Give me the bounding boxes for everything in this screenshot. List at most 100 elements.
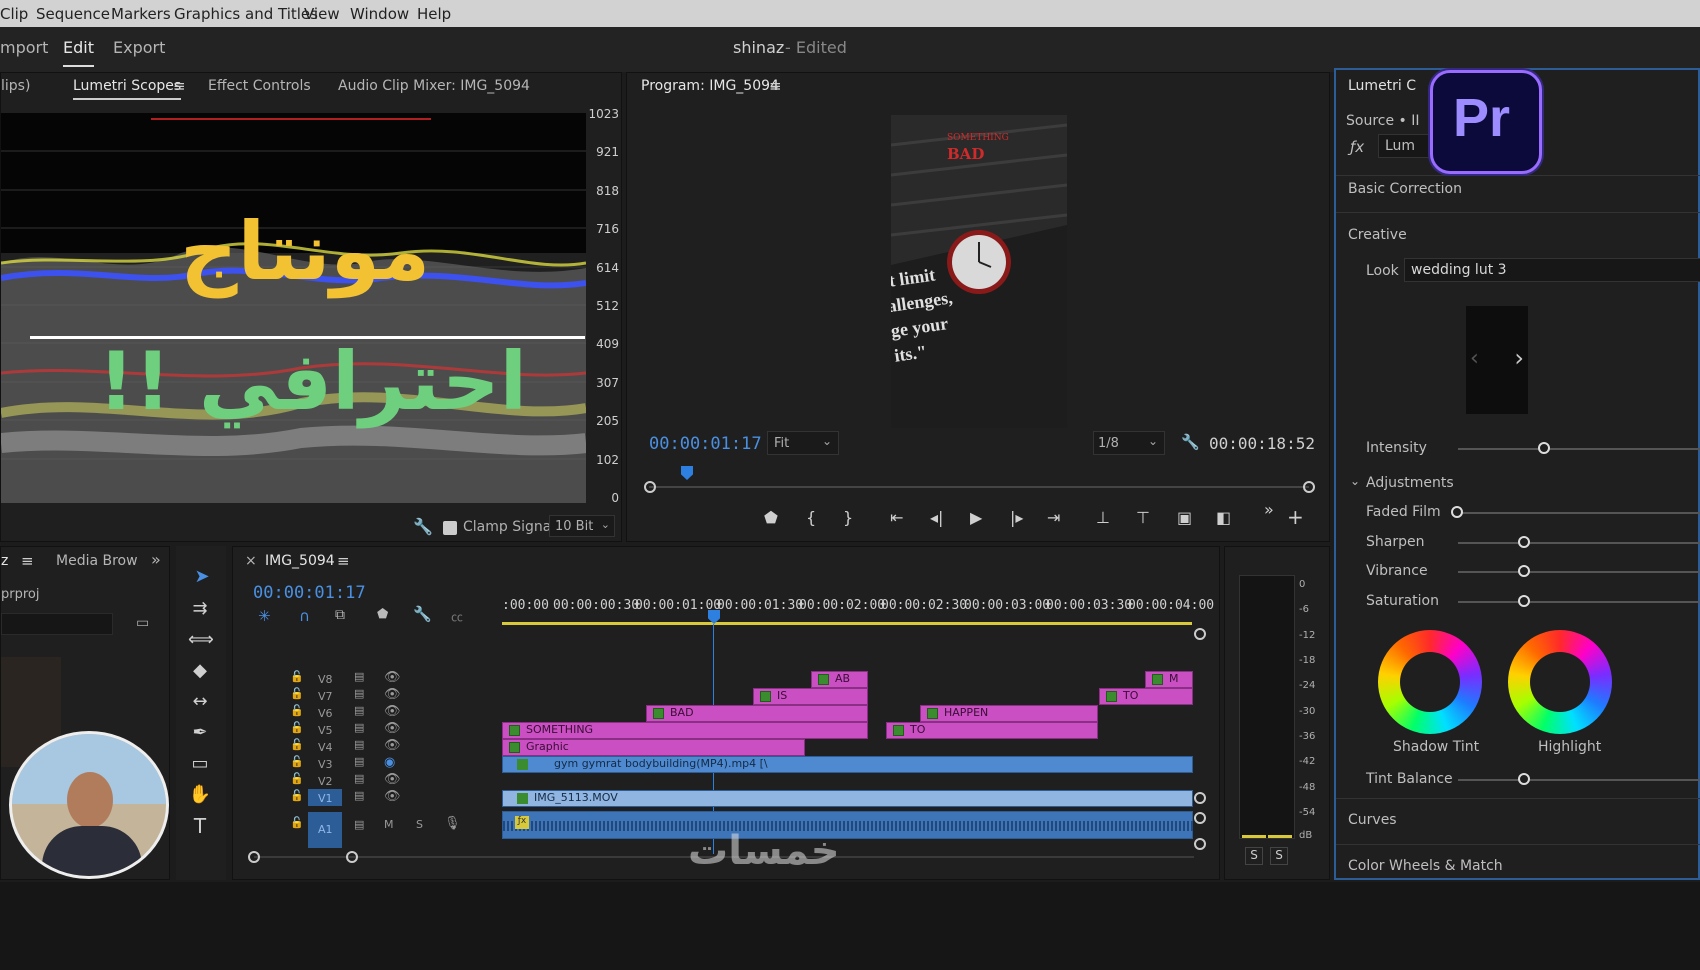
add-button-icon[interactable]: + bbox=[1287, 505, 1304, 529]
captions-icon[interactable]: ㏄ bbox=[451, 608, 463, 625]
shadow-tint-wheel[interactable] bbox=[1378, 630, 1482, 734]
sync-icon[interactable]: ▤ bbox=[354, 687, 364, 700]
eye-icon[interactable]: 👁 bbox=[384, 789, 401, 804]
marker-icon[interactable]: ⬟ bbox=[764, 508, 778, 527]
sequence-tab[interactable]: IMG_5094 bbox=[265, 553, 335, 569]
more-icon[interactable]: » bbox=[1264, 500, 1274, 519]
clip-gym-video[interactable]: gym gymrat bodybuilding(MP4).mp4 [\ bbox=[502, 756, 1193, 773]
clip-to-2[interactable]: TO bbox=[886, 722, 1098, 739]
menu-icon[interactable]: ≡ bbox=[337, 552, 350, 570]
step-forward-icon[interactable]: |▸ bbox=[1010, 508, 1023, 527]
magnet-icon[interactable]: ∩ bbox=[299, 607, 310, 625]
look-preview-thumbnail[interactable]: ‹ › bbox=[1466, 306, 1528, 414]
step-back-icon[interactable]: ◂| bbox=[930, 508, 943, 527]
faded-film-slider[interactable] bbox=[1458, 512, 1700, 514]
go-to-in-icon[interactable]: ⇤ bbox=[890, 508, 903, 527]
tab-media-browser[interactable]: Media Brow bbox=[56, 553, 138, 569]
tint-balance-knob[interactable] bbox=[1518, 773, 1530, 785]
go-to-out-icon[interactable]: ⇥ bbox=[1047, 508, 1060, 527]
menu-icon[interactable]: ≡ bbox=[21, 552, 34, 570]
clip-something[interactable]: SOMETHING bbox=[502, 722, 868, 739]
sync-icon[interactable]: ▤ bbox=[354, 789, 364, 802]
lock-icon[interactable]: 🔓 bbox=[290, 789, 304, 802]
section-color-wheels[interactable]: Color Wheels & Match bbox=[1348, 858, 1503, 874]
playhead[interactable] bbox=[681, 466, 693, 480]
wrench-icon[interactable]: 🔧 bbox=[413, 517, 433, 536]
sync-icon[interactable]: ▤ bbox=[354, 670, 364, 683]
work-area-bar[interactable] bbox=[502, 622, 1192, 625]
chevron-left-icon[interactable]: ‹ bbox=[1470, 346, 1479, 371]
tint-balance-slider[interactable] bbox=[1458, 779, 1700, 781]
clip-ab[interactable]: AB bbox=[811, 671, 868, 688]
sync-icon[interactable]: ▤ bbox=[354, 755, 364, 768]
eye-icon[interactable]: 👁 bbox=[384, 687, 401, 702]
lock-icon[interactable]: 🔓 bbox=[290, 670, 304, 683]
clip-graphic[interactable]: Graphic bbox=[502, 739, 805, 756]
tab-edit[interactable]: Edit bbox=[63, 38, 94, 67]
lock-icon[interactable]: 🔓 bbox=[290, 755, 304, 768]
timeline-timecode[interactable]: 00:00:01:17 bbox=[253, 583, 366, 603]
lock-icon[interactable]: 🔓 bbox=[290, 738, 304, 751]
scrubber-end-handle[interactable] bbox=[1303, 481, 1315, 493]
sync-icon[interactable]: ▤ bbox=[354, 721, 364, 734]
add-marker-icon[interactable]: ⬟ bbox=[377, 607, 388, 622]
microphone-icon[interactable]: 🎙 bbox=[444, 816, 461, 831]
slip-tool-icon[interactable]: ↔ bbox=[188, 691, 212, 712]
highlight-tint-wheel[interactable] bbox=[1508, 630, 1612, 734]
clamp-checkbox[interactable] bbox=[443, 521, 457, 535]
wrench-icon[interactable]: 🔧 bbox=[413, 605, 432, 623]
saturation-slider[interactable] bbox=[1458, 601, 1700, 603]
clip-is[interactable]: IS bbox=[753, 688, 868, 705]
lock-icon[interactable]: 🔓 bbox=[290, 687, 304, 700]
track-select-tool-icon[interactable]: ⇉ bbox=[188, 598, 212, 619]
lock-icon[interactable]: 🔓 bbox=[290, 816, 304, 829]
wrench-icon[interactable]: 🔧 bbox=[1181, 433, 1200, 451]
tab-lumetri-scopes[interactable]: Lumetri Scopes bbox=[73, 78, 182, 100]
timeline-zoom-handle[interactable] bbox=[1194, 628, 1206, 640]
track-end-handle[interactable] bbox=[1194, 792, 1206, 804]
resolution-select[interactable]: 1/8 ⌄ bbox=[1093, 431, 1165, 455]
linked-selection-icon[interactable]: ⧉ bbox=[335, 607, 345, 623]
saturation-knob[interactable] bbox=[1518, 595, 1530, 607]
look-select[interactable]: wedding lut 3 bbox=[1404, 258, 1700, 282]
folder-icon[interactable]: ▭ bbox=[136, 615, 149, 631]
pen-tool-icon[interactable]: ✒ bbox=[188, 722, 212, 743]
faded-film-knob[interactable] bbox=[1451, 506, 1463, 518]
sharpen-knob[interactable] bbox=[1518, 536, 1530, 548]
menu-view[interactable]: View bbox=[304, 5, 340, 23]
solo-button[interactable]: S bbox=[416, 818, 423, 831]
intensity-knob[interactable] bbox=[1538, 442, 1550, 454]
play-icon[interactable]: ▶ bbox=[970, 508, 982, 527]
tab-clips[interactable]: lips) bbox=[1, 78, 30, 94]
clip-happen[interactable]: HAPPEN bbox=[920, 705, 1098, 722]
program-timecode[interactable]: 00:00:01:17 bbox=[649, 434, 762, 454]
tab-import[interactable]: mport bbox=[0, 38, 48, 57]
scroll-handle-right[interactable] bbox=[346, 851, 358, 863]
chevron-down-icon[interactable]: ⌄ bbox=[1350, 474, 1360, 488]
program-scrubber[interactable] bbox=[649, 486, 1309, 488]
lock-icon[interactable]: 🔓 bbox=[290, 721, 304, 734]
adjustments-label[interactable]: Adjustments bbox=[1366, 475, 1454, 491]
track-label-a1[interactable]: A1 bbox=[308, 812, 342, 848]
track-end-handle[interactable] bbox=[1194, 838, 1206, 850]
sharpen-slider[interactable] bbox=[1458, 542, 1700, 544]
intensity-slider[interactable] bbox=[1458, 448, 1700, 450]
rectangle-tool-icon[interactable]: ▭ bbox=[188, 753, 212, 774]
mute-button[interactable]: M bbox=[384, 818, 394, 831]
eye-icon[interactable]: 👁 bbox=[384, 670, 401, 685]
tab-project[interactable]: z bbox=[1, 553, 8, 569]
bitdepth-select[interactable]: 10 Bit ⌄ bbox=[549, 515, 615, 537]
close-icon[interactable]: × bbox=[245, 553, 257, 569]
ripple-edit-tool-icon[interactable]: ⟺ bbox=[188, 629, 214, 650]
clip-img-5113[interactable]: IMG_5113.MOV bbox=[502, 790, 1193, 807]
menu-help[interactable]: Help bbox=[417, 5, 451, 23]
track-label-v1[interactable]: V1 bbox=[308, 789, 342, 806]
selection-tool-icon[interactable]: ➤ bbox=[190, 566, 214, 587]
section-basic-correction[interactable]: Basic Correction bbox=[1348, 181, 1462, 197]
project-search-input[interactable] bbox=[1, 613, 113, 635]
clip-m[interactable]: M bbox=[1145, 671, 1193, 688]
menu-clip[interactable]: Clip bbox=[0, 5, 28, 23]
lock-icon[interactable]: 🔓 bbox=[290, 772, 304, 785]
menu-window[interactable]: Window bbox=[350, 5, 409, 23]
tab-effect-controls[interactable]: Effect Controls bbox=[208, 78, 311, 94]
